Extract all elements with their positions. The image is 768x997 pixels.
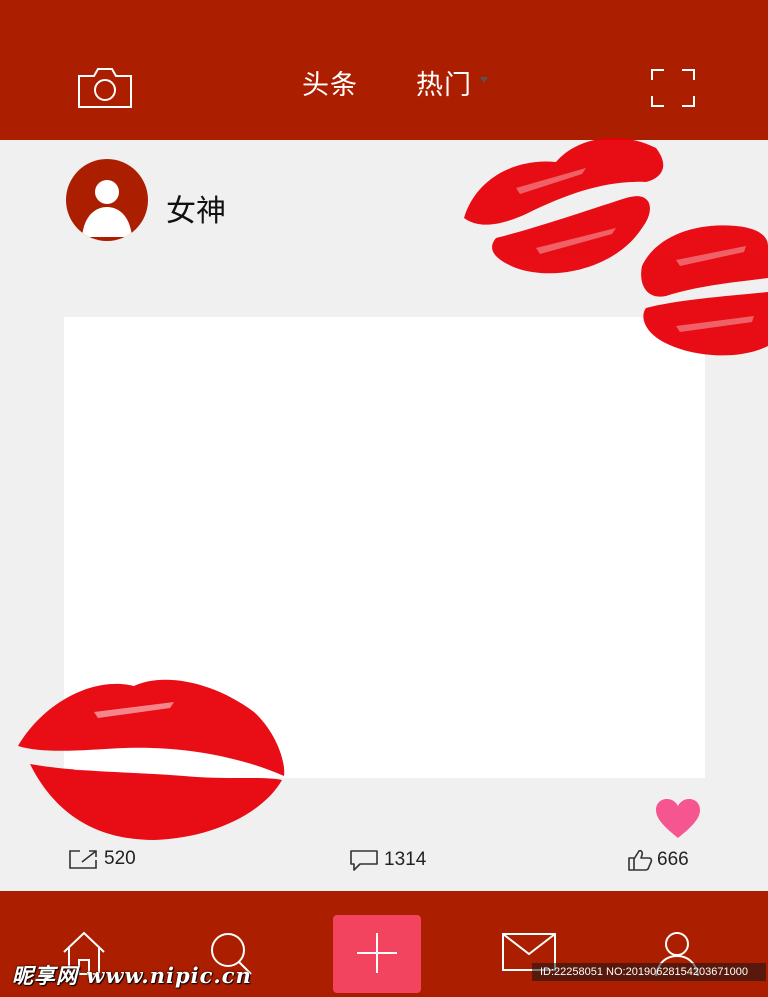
lips-decoration-right [641, 225, 768, 356]
camera-icon[interactable] [76, 66, 134, 110]
like-button[interactable]: 666 [627, 848, 689, 872]
share-button[interactable]: 520 [68, 848, 136, 870]
lips-decoration-bottom [18, 679, 285, 840]
tab-hot[interactable]: 热门 [416, 63, 472, 102]
user-icon [82, 180, 132, 237]
plus-icon [357, 933, 397, 973]
scan-icon[interactable] [650, 68, 696, 108]
chevron-down-icon[interactable] [480, 77, 488, 83]
thumbs-up-icon [628, 849, 653, 871]
heart-icon[interactable] [655, 798, 701, 840]
share-icon [69, 850, 97, 869]
like-count: 666 [657, 849, 689, 870]
watermark-id: ID:22258051 NO:20190628154203671000 [532, 963, 766, 981]
share-count: 520 [104, 848, 136, 869]
tab-headlines[interactable]: 头条 [302, 63, 358, 102]
watermark-site: 昵享网 www.nipic.cn [12, 963, 252, 988]
username[interactable]: 女神 [166, 186, 226, 230]
comment-button[interactable]: 1314 [348, 848, 426, 872]
avatar[interactable] [66, 159, 148, 241]
comment-icon [350, 850, 378, 871]
comment-count: 1314 [384, 849, 427, 870]
add-post-button[interactable] [333, 915, 421, 993]
